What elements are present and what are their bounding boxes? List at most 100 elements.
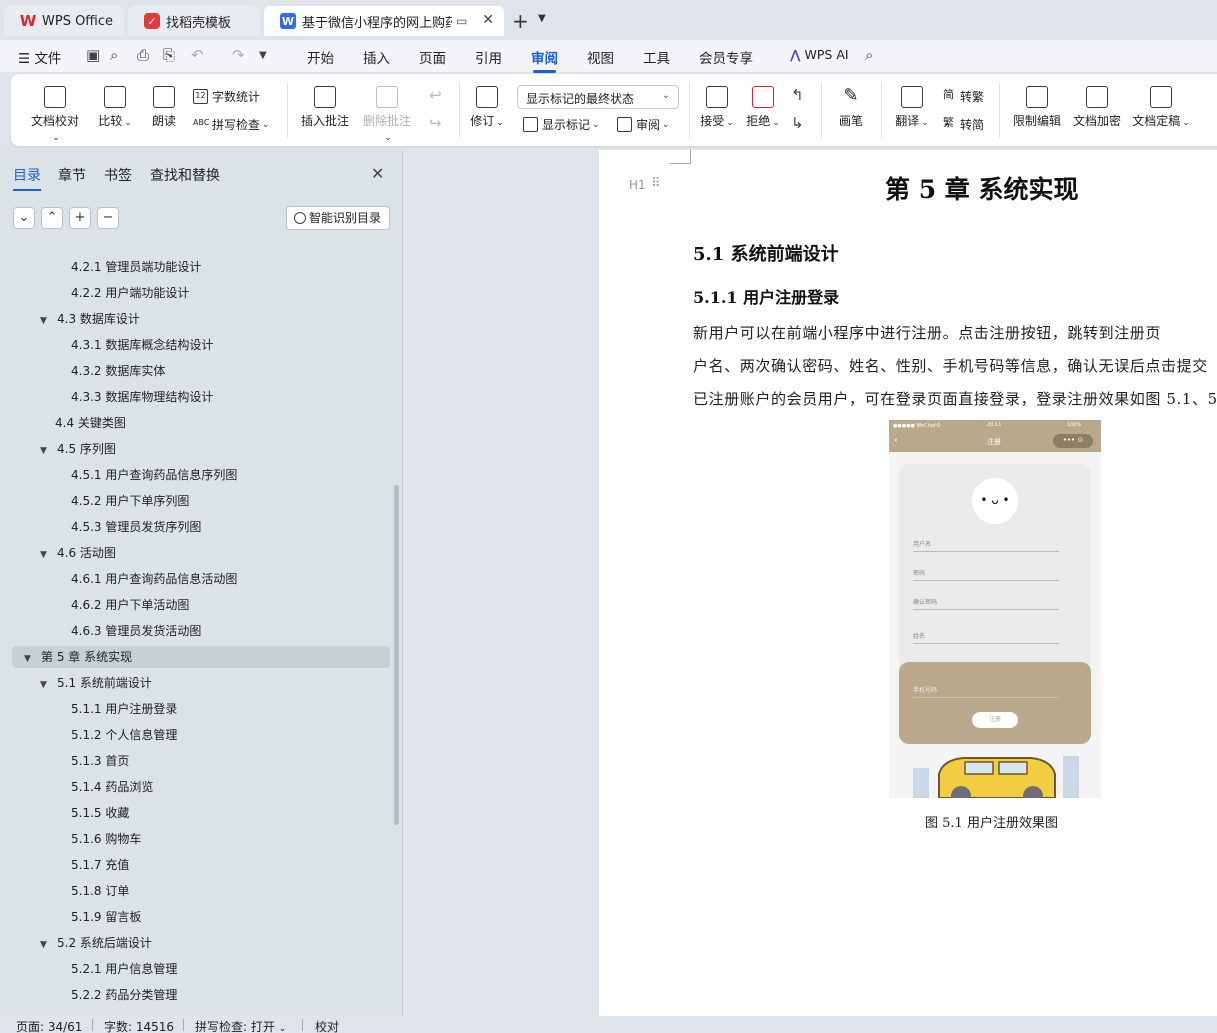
toc-item[interactable]: 4.5.1 用户查询药品信息序列图 [71, 464, 237, 486]
add-heading-button[interactable]: + [69, 207, 91, 229]
menu-review[interactable]: 审阅 [531, 47, 558, 73]
menu-tools[interactable]: 工具 [643, 47, 670, 67]
toc-item[interactable]: ▼ 4.5 序列图 [40, 438, 116, 460]
toc-item[interactable]: 5.2.1 用户信息管理 [71, 958, 177, 980]
collapse-all-button[interactable]: ⌄ [13, 207, 35, 229]
accept-button[interactable]: 接受 ⌄ [699, 86, 735, 129]
to-traditional-button[interactable]: 简转繁 [941, 88, 984, 105]
toc-item[interactable]: 5.2.2 药品分类管理 [71, 984, 177, 1006]
undo-icon[interactable]: ↶ [191, 46, 204, 64]
new-tab-button[interactable]: + [512, 9, 529, 33]
expand-triangle-icon[interactable]: ▼ [40, 310, 54, 332]
word-count-indicator[interactable]: 字数: 14516 [104, 1018, 174, 1033]
toc-item[interactable]: 4.6.2 用户下单活动图 [71, 594, 189, 616]
track-changes-button[interactable]: 修订 ⌄ [469, 86, 505, 129]
menu-view[interactable]: 视图 [587, 47, 614, 67]
tab-templates[interactable]: ✓ 找稻壳模板 [128, 6, 260, 36]
markup-state-select[interactable]: 显示标记的最终状态 ⌄ [517, 85, 679, 109]
insert-comment-button[interactable]: 插入批注 [299, 86, 351, 129]
spell-check-button[interactable]: ABC 拼写检查 ⌄ [193, 116, 270, 133]
toc-item[interactable]: ▼ 4.3 数据库设计 [40, 308, 140, 330]
quick-access-chevron-icon[interactable]: ▼ [259, 50, 267, 61]
search-icon[interactable]: ⌕ [865, 46, 873, 64]
toc-item[interactable]: 4.6.1 用户查询药品信息活动图 [71, 568, 237, 590]
register-screenshot-figure[interactable]: ●●●●● WeChat令 20:11 100% ‹ 注册 ••• ⊙ • ᴗ … [889, 420, 1101, 798]
expand-triangle-icon[interactable]: ▼ [40, 440, 54, 462]
toc-item[interactable]: 5.1.6 购物车 [71, 828, 141, 850]
menu-insert[interactable]: 插入 [363, 47, 390, 67]
reject-button[interactable]: 拒绝 ⌄ [745, 86, 781, 129]
toc-item[interactable]: 5.1.8 订单 [71, 880, 129, 902]
show-markup-button[interactable]: 显示标记 ⌄ [523, 116, 600, 133]
smart-toc-button[interactable]: 智能识别目录 [286, 206, 390, 230]
menu-page[interactable]: 页面 [419, 47, 446, 67]
to-simplified-button[interactable]: 繁转简 [941, 116, 984, 133]
toc-item[interactable]: 4.3.1 数据库概念结构设计 [71, 334, 213, 356]
redo-icon[interactable]: ↷ [232, 46, 245, 64]
toc-item[interactable]: ▼ 5.1 系统前端设计 [40, 672, 152, 694]
toc-item[interactable]: ▼ 4.6 活动图 [40, 542, 116, 564]
close-icon[interactable]: ✕ [371, 164, 384, 183]
restrict-edit-button[interactable]: 限制编辑 [1011, 86, 1063, 129]
toc-item[interactable]: 4.3.3 数据库物理结构设计 [71, 386, 213, 408]
expand-up-button[interactable]: ⌃ [41, 207, 63, 229]
toc-item[interactable]: 5.1.4 药品浏览 [71, 776, 153, 798]
finalize-button[interactable]: 文档定稿 ⌄ [1131, 86, 1191, 129]
wps-ai-button[interactable]: ⋀ WPS AI [790, 47, 849, 62]
toc-item[interactable]: 5.1.3 首页 [71, 750, 129, 772]
toc-item[interactable]: 4.4 关键类图 [55, 412, 126, 434]
remove-heading-button[interactable]: − [97, 207, 119, 229]
spell-check-status[interactable]: 拼写检查: 打开 ⌄ [195, 1018, 286, 1033]
print-preview-icon[interactable]: ⎘ [163, 46, 175, 64]
file-menu[interactable]: ☰ 文件 [18, 47, 61, 67]
next-change-icon[interactable]: ↳ [791, 114, 804, 132]
menu-references[interactable]: 引用 [475, 47, 502, 67]
print-icon[interactable]: ⎙ [137, 46, 149, 64]
toc-item[interactable]: 4.5.3 管理员发货序列图 [71, 516, 201, 538]
heading-level-marker[interactable]: H1 [629, 178, 646, 192]
expand-triangle-icon[interactable]: ▼ [40, 544, 54, 566]
nav-tab-bookmarks[interactable]: 书签 [104, 165, 132, 185]
nav-tab-toc[interactable]: 目录 [13, 165, 41, 191]
review-pane-button[interactable]: 审阅 ⌄ [617, 116, 670, 133]
toc-item[interactable]: 5.1.5 收藏 [71, 802, 129, 824]
toc-item[interactable]: ▼ 5.2 系统后端设计 [40, 932, 152, 954]
nav-tab-find-replace[interactable]: 查找和替换 [150, 165, 220, 185]
encrypt-button[interactable]: 文档加密 [1071, 86, 1123, 129]
page-indicator[interactable]: 页面: 34/61 [16, 1018, 82, 1033]
previous-change-icon[interactable]: ↰ [791, 86, 804, 104]
toc-item[interactable]: ▼ 第 5 章 系统实现 [12, 646, 390, 668]
toc-item[interactable]: 4.5.2 用户下单序列图 [71, 490, 189, 512]
word-count-button[interactable]: 12 字数统计 [193, 88, 260, 105]
toc-item[interactable]: 4.2.1 管理员端功能设计 [71, 256, 201, 278]
tab-document[interactable]: W 基于微信小程序的网上购药系统 ▭ ✕ [264, 6, 504, 36]
expand-triangle-icon[interactable]: ▼ [40, 674, 54, 696]
expand-triangle-icon[interactable]: ▼ [40, 934, 54, 956]
drag-handle-icon[interactable]: ⠿ [651, 176, 660, 191]
toc-item[interactable]: 5.1.1 用户注册登录 [71, 698, 177, 720]
doc-check-button[interactable]: 文档校对⌄ [29, 86, 81, 143]
save-icon[interactable]: ▣ [86, 46, 100, 64]
translate-button[interactable]: 翻译 ⌄ [893, 86, 931, 129]
document-page[interactable]: H1 ⠿ 第 5 章 系统实现 5.1 系统前端设计 5.1.1 用户注册登录 … [599, 150, 1217, 1016]
previous-comment-icon[interactable]: ↩ [429, 86, 442, 104]
toc-item[interactable]: 5.1.2 个人信息管理 [71, 724, 177, 746]
toc-item[interactable]: 4.3.2 数据库实体 [71, 360, 165, 382]
menu-member[interactable]: 会员专享 [699, 47, 753, 67]
pen-button[interactable]: ✎ 画笔 [835, 86, 867, 129]
close-tab-icon[interactable]: ✕ [482, 12, 494, 28]
tab-list-chevron-icon[interactable]: ▼ [538, 13, 546, 24]
delete-comment-button[interactable]: 删除批注⌄ [359, 86, 415, 143]
read-aloud-button[interactable]: 朗读 [149, 86, 179, 129]
proofread-status[interactable]: 校对 [315, 1018, 339, 1033]
toc-item[interactable]: 5.1.7 充值 [71, 854, 129, 876]
compare-button[interactable]: 比较 ⌄ [97, 86, 133, 129]
share-icon[interactable]: ⌕ [110, 46, 118, 64]
tab-wps-office[interactable]: W WPS Office [4, 6, 124, 36]
next-comment-icon[interactable]: ↪ [429, 114, 442, 132]
nav-scrollbar[interactable] [394, 485, 399, 825]
nav-tab-sections[interactable]: 章节 [58, 165, 86, 185]
toc-item[interactable]: 4.2.2 用户端功能设计 [71, 282, 189, 304]
expand-triangle-icon[interactable]: ▼ [24, 648, 38, 670]
menu-start[interactable]: 开始 [307, 47, 334, 67]
